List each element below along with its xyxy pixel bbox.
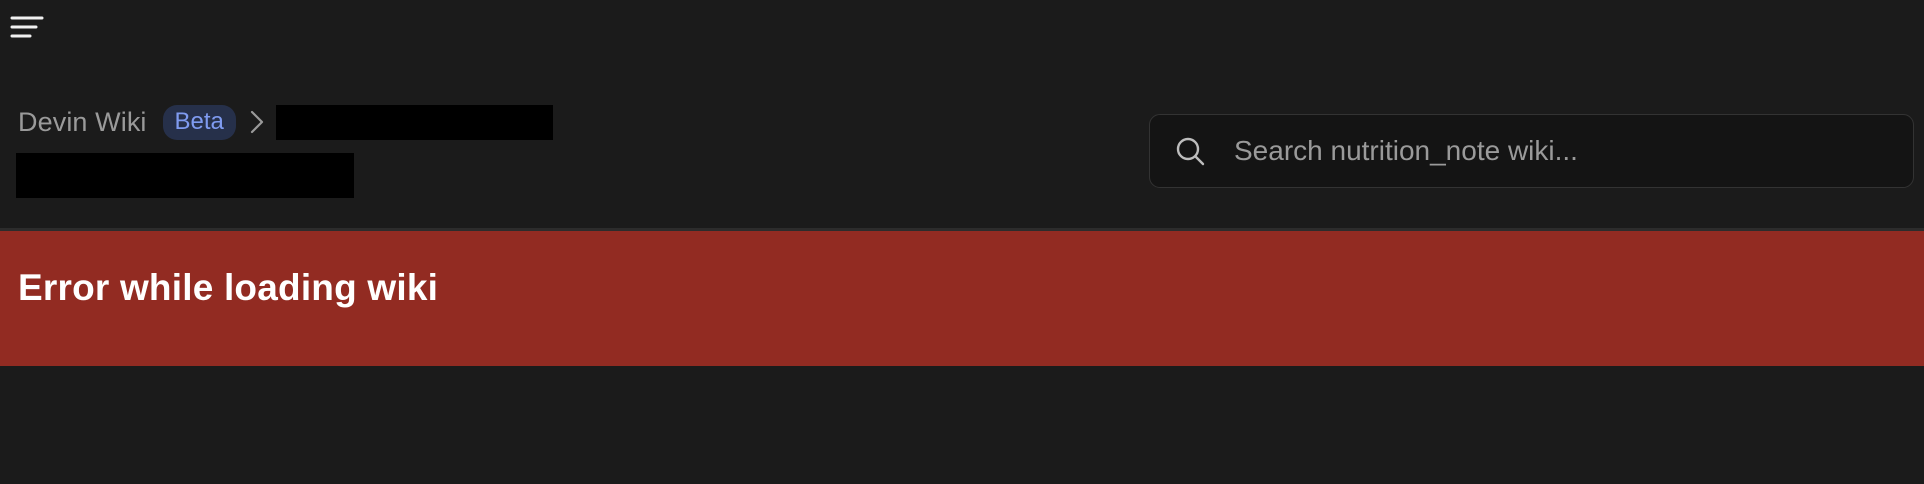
error-banner: Error while loading wiki — [0, 231, 1924, 366]
redacted-page-title — [16, 153, 354, 198]
menu-button[interactable] — [10, 14, 50, 48]
redacted-repo-name — [275, 104, 553, 140]
breadcrumb-root-link[interactable]: Devin Wiki — [18, 107, 147, 138]
header: Devin Wiki Beta — [0, 0, 1924, 230]
beta-badge: Beta — [162, 104, 236, 140]
hamburger-menu-icon[interactable] — [10, 14, 44, 44]
search-input[interactable] — [1232, 120, 1913, 182]
chevron-right-icon — [250, 109, 266, 135]
search-icon — [1174, 135, 1206, 167]
error-message: Error while loading wiki — [18, 267, 439, 308]
search-box[interactable] — [1149, 114, 1914, 188]
wiki-page: Devin Wiki Beta Error while loading wiki — [0, 0, 1924, 484]
breadcrumb: Devin Wiki Beta — [18, 104, 553, 140]
